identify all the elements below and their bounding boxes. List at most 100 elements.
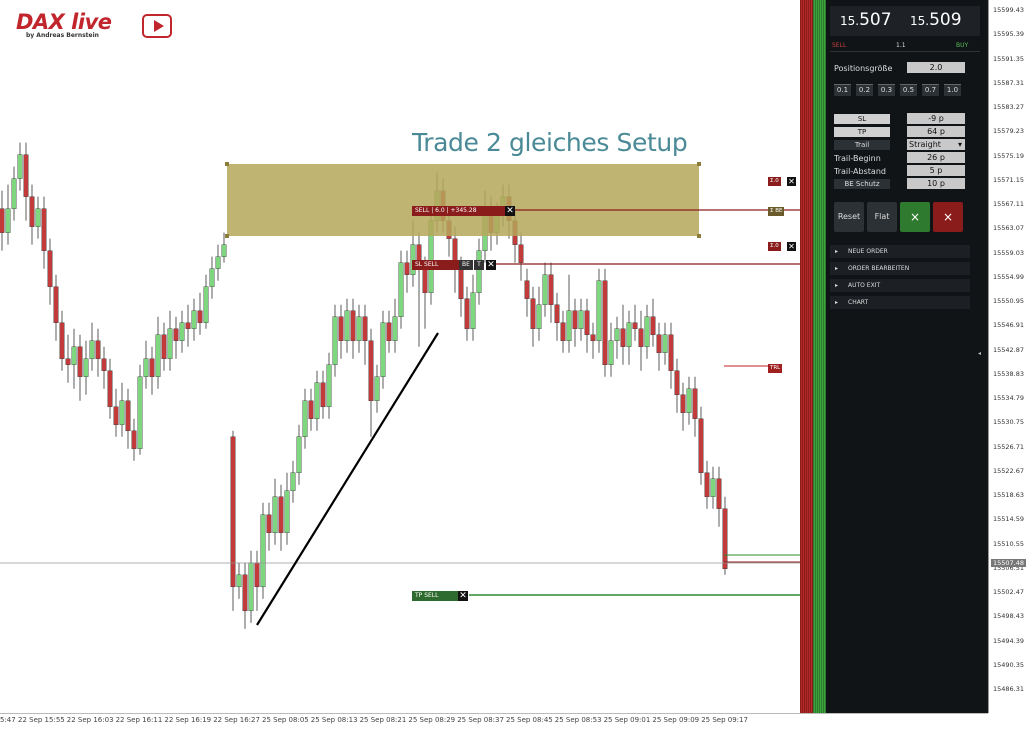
candle-body-bear <box>278 496 284 533</box>
candle <box>608 322 614 377</box>
price-axis[interactable]: 15599.43 15595.39 15591.35 15587.31 15583.27… <box>988 0 1030 713</box>
close-z0-bottom-icon[interactable]: ✕ <box>787 242 796 251</box>
quick-size-1.0[interactable]: 1.0 <box>944 84 961 96</box>
candle <box>626 310 632 365</box>
menu-auto-exit[interactable]: ▸ AUTO EXIT <box>830 279 970 292</box>
candle-body-bull <box>314 382 320 419</box>
quick-size-0.3[interactable]: 0.3 <box>878 84 895 96</box>
quick-size-0.5[interactable]: 0.5 <box>900 84 917 96</box>
be-protection-value[interactable]: 10 p <box>907 178 965 189</box>
candle-body-bull <box>236 574 242 588</box>
trail-mode-select[interactable]: Straight ▾ <box>907 139 965 150</box>
candle <box>71 328 77 389</box>
position-size-input[interactable]: 2.0 <box>907 62 965 73</box>
ask-price[interactable]: 15.509 <box>910 10 962 30</box>
quote-box: 15.507 15.509 <box>830 6 980 36</box>
be-button[interactable]: BE <box>459 260 473 270</box>
candle-body-bull <box>536 304 542 329</box>
quick-size-0.7[interactable]: 0.7 <box>922 84 939 96</box>
candle <box>464 286 470 341</box>
tp-sell-tag[interactable]: TP SELL <box>412 591 459 601</box>
candle-body-bear <box>716 478 722 509</box>
chart-area[interactable]: DAX live by Andreas Bernstein Trade 2 gl… <box>0 0 800 713</box>
sl-sell-tag[interactable]: SL SELL <box>412 260 459 270</box>
zone-handle <box>697 234 701 238</box>
tp-value[interactable]: 64 p <box>907 126 965 137</box>
trail-button[interactable]: Trail <box>834 140 890 150</box>
candle-body-bull <box>83 358 89 377</box>
trl-tag[interactable]: TRL <box>768 364 783 373</box>
candle <box>5 184 11 245</box>
menu-order-bearbeiten[interactable]: ▸ ORDER BEARBEITEN <box>830 262 970 275</box>
candle <box>386 310 392 353</box>
be-protection-button[interactable]: BE Schutz <box>834 179 890 189</box>
flat-button[interactable]: Flat <box>867 202 897 232</box>
bid-price[interactable]: 15.507 <box>840 10 892 30</box>
candle-body-bear <box>113 406 119 425</box>
candle-body-bull <box>296 436 302 473</box>
time-tick: 22 Sep 16:19 <box>164 716 212 724</box>
quick-size-0.2[interactable]: 0.2 <box>856 84 873 96</box>
buy-market-button[interactable]: × <box>900 202 930 232</box>
close-tp-icon[interactable]: ✕ <box>458 591 468 601</box>
price-tick: 15583.27 <box>993 103 1025 111</box>
candle <box>590 322 596 359</box>
reset-button[interactable]: Reset <box>834 202 864 232</box>
candle <box>650 298 656 347</box>
candle <box>380 310 386 389</box>
candle <box>332 304 338 377</box>
collapse-arrow-icon[interactable]: ◂ <box>978 350 981 357</box>
sell-market-button[interactable]: × <box>933 202 963 232</box>
candle <box>83 340 89 395</box>
menu-chart[interactable]: ▸ CHART <box>830 296 970 309</box>
price-tick: 15486.31 <box>993 685 1025 693</box>
current-price-badge: 15507.48 <box>991 559 1027 567</box>
price-tick: 15502.47 <box>993 588 1025 596</box>
candle-body-bear <box>524 280 530 299</box>
close-z0-top-icon[interactable]: ✕ <box>787 177 796 186</box>
sl-value[interactable]: -9 p <box>907 113 965 124</box>
price-tick: 15571.15 <box>993 175 1025 184</box>
trail-t-button[interactable]: T <box>474 260 484 270</box>
candlestick-chart[interactable] <box>0 0 800 713</box>
close-sl-icon[interactable]: ✕ <box>486 260 496 270</box>
trail-begin-label: Trail-Beginn <box>834 154 881 163</box>
candle <box>17 142 23 191</box>
candle <box>356 304 362 353</box>
candle-body-bear <box>590 334 596 341</box>
trail-distance-value[interactable]: 5 p <box>907 165 965 176</box>
trail-begin-value[interactable]: 26 p <box>907 152 965 163</box>
candle <box>476 238 482 305</box>
price-tick: 15542.87 <box>993 345 1025 354</box>
candle <box>344 298 350 353</box>
z0-tag-bottom[interactable]: Σ.0 <box>768 242 781 251</box>
quick-size-0.1[interactable]: 0.1 <box>834 84 851 96</box>
candle-body-bull <box>248 562 254 612</box>
time-tick: 22 Sep 16:11 <box>115 716 163 724</box>
menu-neue-order[interactable]: ▸ NEUE ORDER <box>830 245 970 258</box>
candle-body-bull <box>5 208 11 233</box>
candle-body-bull <box>470 292 476 329</box>
price-tick: 15599.43 <box>993 6 1025 14</box>
z0-tag-top[interactable]: Σ.0 <box>768 177 781 186</box>
candle <box>350 298 356 359</box>
candle <box>77 334 83 401</box>
candle-body-bear <box>59 322 65 359</box>
close-sell-order-icon[interactable]: ✕ <box>505 206 515 216</box>
price-tick: 15526.71 <box>993 442 1025 451</box>
tp-button[interactable]: TP <box>834 127 890 137</box>
sl-button[interactable]: SL <box>834 114 890 124</box>
time-axis[interactable]: 5:47 22 Sep 15:55 22 Sep 16:03 22 Sep 16:11… <box>0 713 988 730</box>
chevron-right-icon: ▸ <box>835 282 839 289</box>
time-tick: 25 Sep 09:17 <box>701 716 748 724</box>
candle <box>113 388 119 437</box>
candle <box>119 382 125 437</box>
time-tick: 22 Sep 16:27 <box>213 716 260 724</box>
z-be-tag[interactable]: Σ BE <box>768 207 785 216</box>
candle <box>656 322 662 371</box>
sell-order-tag[interactable]: SELL | 6.0 | +345.28 <box>412 206 507 216</box>
candle <box>173 316 179 359</box>
candle-body-bear <box>518 244 524 263</box>
candle-body-bear <box>560 322 566 341</box>
candle-body-bull <box>392 316 398 341</box>
